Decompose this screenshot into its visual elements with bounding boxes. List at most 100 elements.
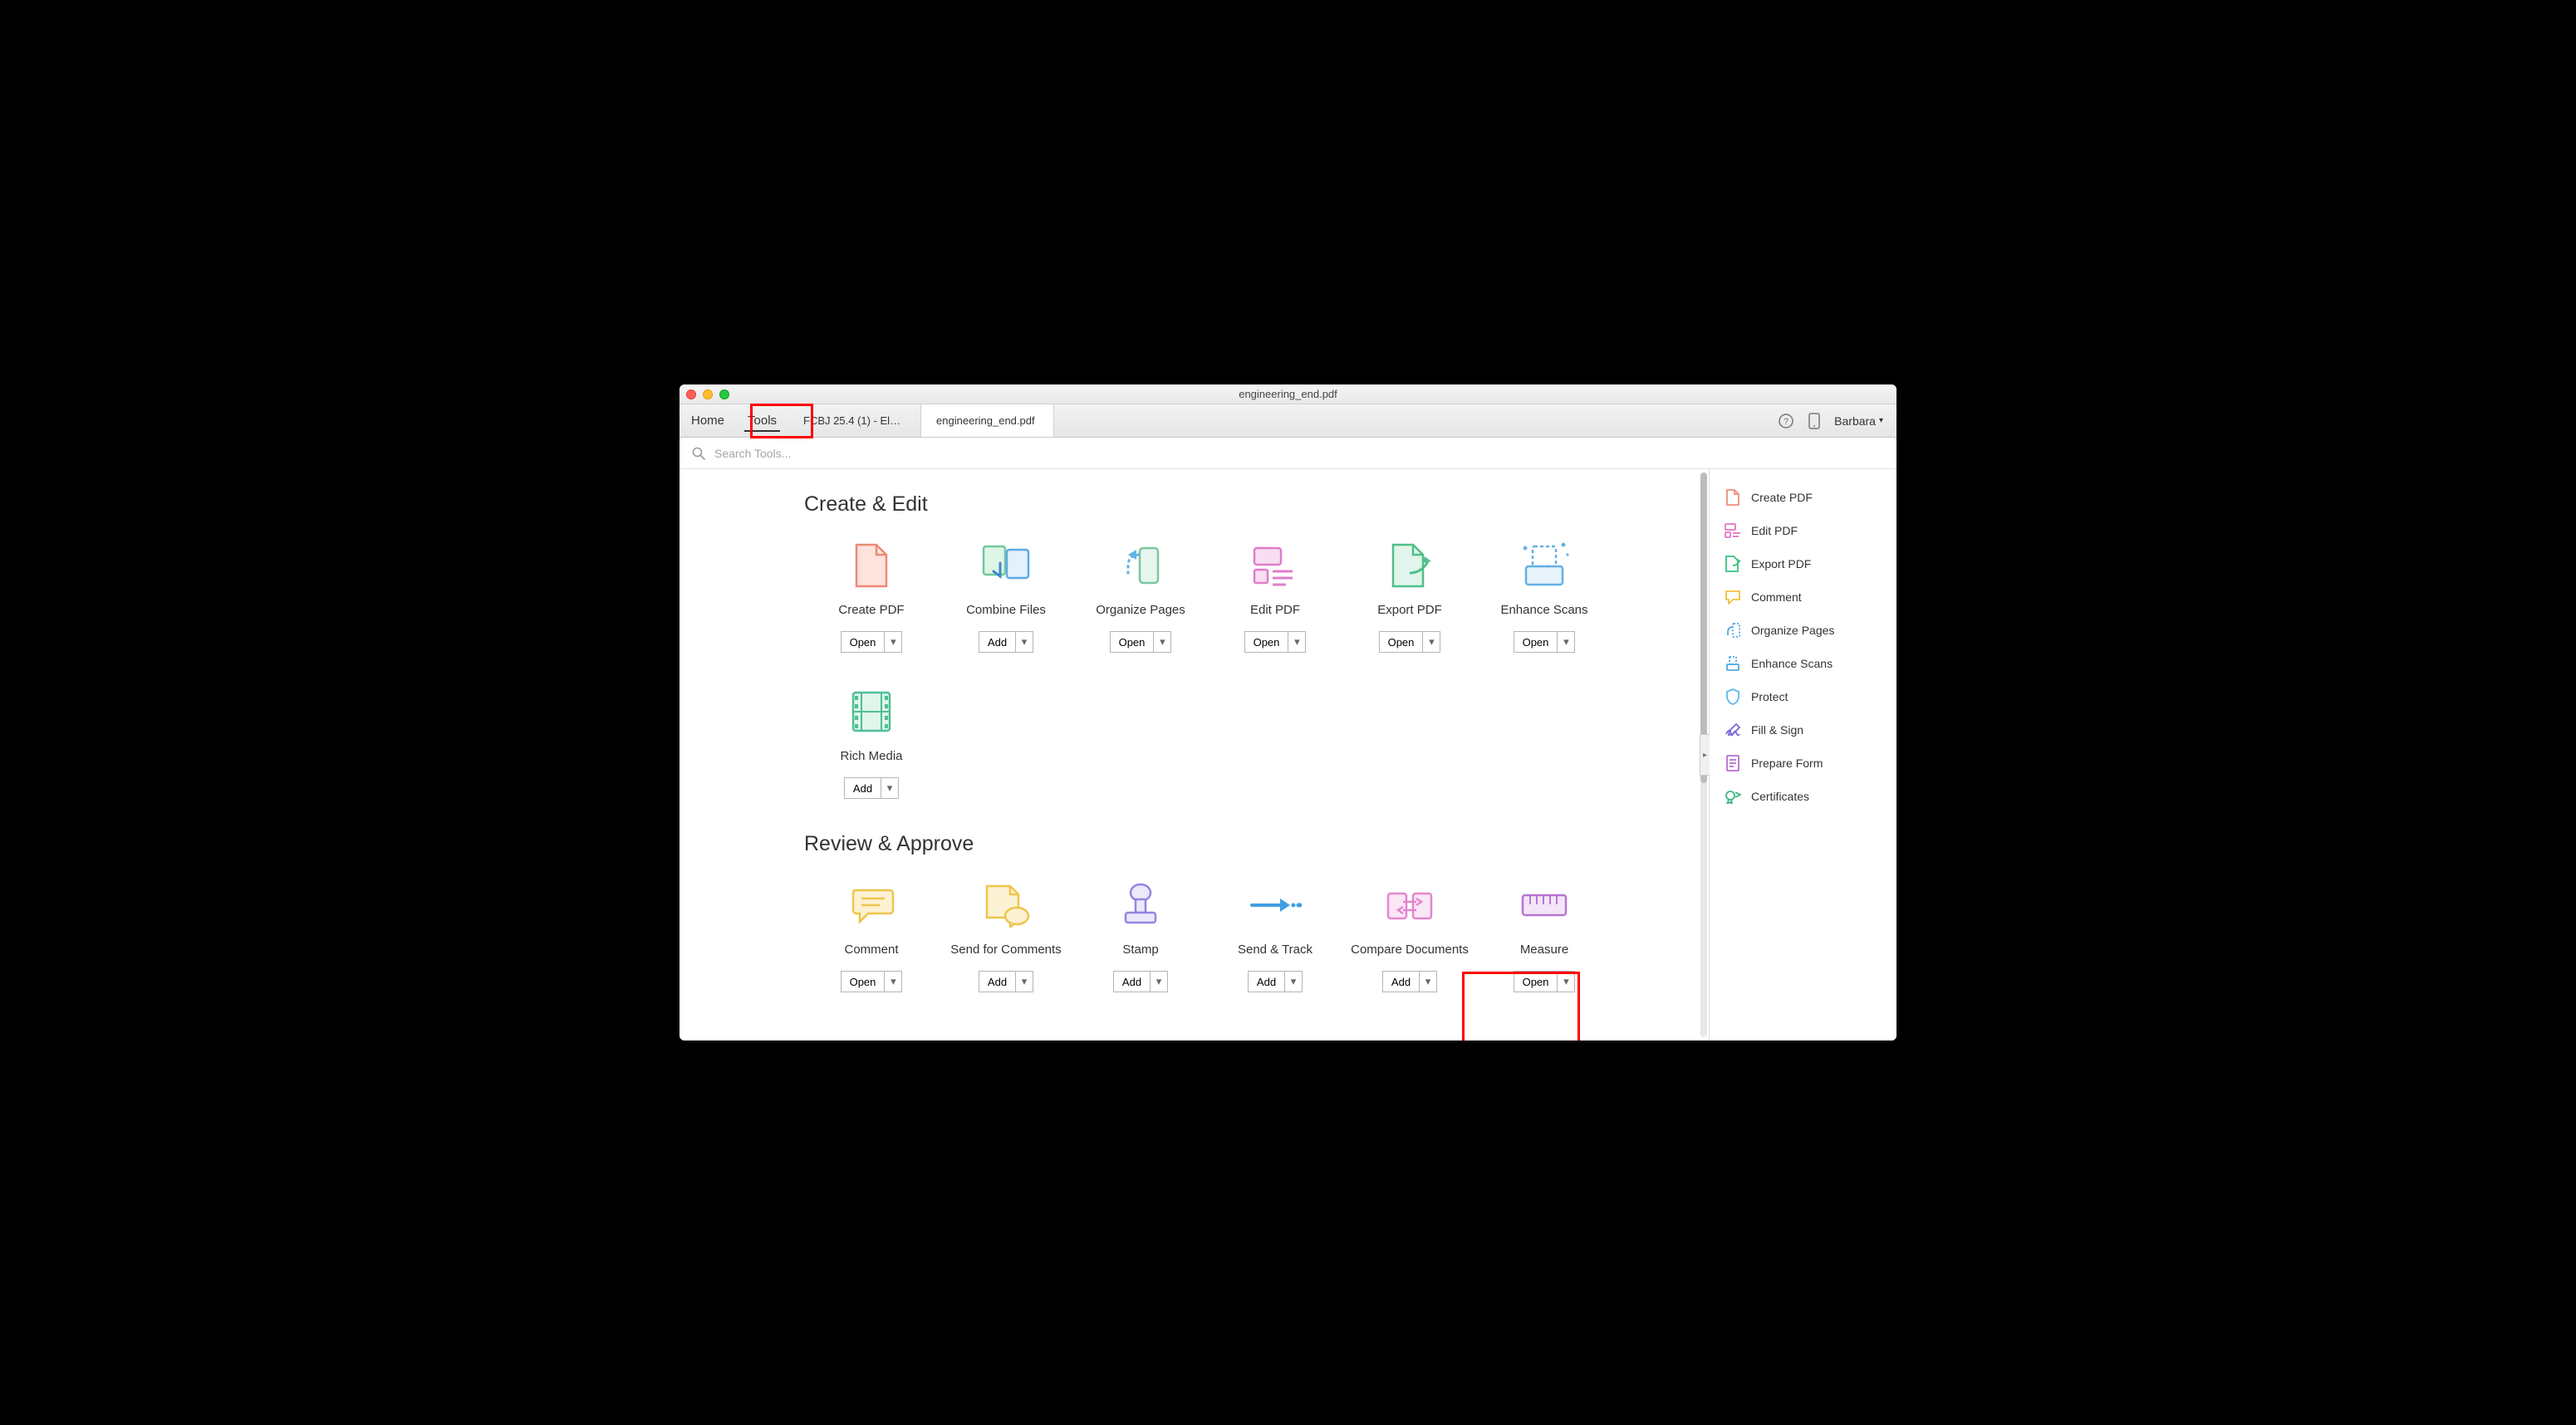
tool-label: Create PDF: [838, 603, 904, 618]
enhance-icon: [1516, 540, 1573, 591]
document-tab-1[interactable]: engineering_end.pdf: [921, 404, 1054, 437]
tool-action-label: Open: [841, 632, 886, 652]
tool-action-button[interactable]: Open ▾: [1110, 631, 1172, 653]
chevron-down-icon[interactable]: ▾: [1558, 632, 1574, 652]
tab-home[interactable]: Home: [680, 404, 736, 437]
tool-action-button[interactable]: Open ▾: [1379, 631, 1441, 653]
document-tab-0[interactable]: FCBJ 25.4 (1) - El…: [788, 404, 921, 437]
sidebar-item-label: Edit PDF: [1751, 524, 1798, 537]
tool-card-comment[interactable]: Comment Open ▾: [804, 879, 939, 992]
tool-label: Export PDF: [1377, 603, 1442, 618]
chevron-down-icon[interactable]: ▾: [881, 778, 898, 798]
tool-action-label: Open: [1111, 632, 1155, 652]
tool-action-button[interactable]: Add ▾: [1382, 971, 1437, 992]
sidebar-item-label: Protect: [1751, 690, 1788, 703]
tool-action-label: Open: [1380, 632, 1424, 652]
sidebar-item-organize[interactable]: Organize Pages: [1710, 614, 1896, 647]
cert-icon: [1725, 788, 1741, 805]
protect-icon: [1725, 688, 1741, 705]
tool-card-combine[interactable]: Combine Files Add ▾: [939, 540, 1073, 653]
sidebar-item-sign[interactable]: Fill & Sign: [1710, 713, 1896, 747]
tool-card-measure[interactable]: Measure Open ▾: [1477, 879, 1612, 992]
sidebar-item-comment[interactable]: Comment: [1710, 580, 1896, 614]
chevron-down-icon[interactable]: ▾: [1154, 632, 1170, 652]
tool-action-button[interactable]: Open ▾: [1244, 631, 1307, 653]
tool-action-button[interactable]: Add ▾: [1113, 971, 1168, 992]
form-icon: [1725, 755, 1741, 771]
tool-action-label: Open: [841, 972, 886, 992]
organize-icon: [1725, 622, 1741, 639]
tool-label: Measure: [1520, 943, 1568, 957]
tool-card-organize[interactable]: Organize Pages Open ▾: [1073, 540, 1208, 653]
sidebar-item-cert[interactable]: Certificates: [1710, 780, 1896, 813]
chevron-down-icon[interactable]: ▾: [1558, 972, 1574, 992]
organize-icon: [1112, 540, 1169, 591]
tool-label: Send for Comments: [950, 943, 1061, 957]
tool-label: Combine Files: [966, 603, 1046, 618]
tab-tools[interactable]: Tools: [736, 404, 788, 437]
tool-action-button[interactable]: Add ▾: [979, 971, 1033, 992]
titlebar: engineering_end.pdf: [680, 384, 1896, 404]
sidebar-item-protect[interactable]: Protect: [1710, 680, 1896, 713]
svg-text:?: ?: [1784, 417, 1788, 427]
user-menu[interactable]: Barbara ▾: [1834, 414, 1883, 428]
tool-action-label: Add: [1383, 972, 1420, 992]
tool-card-enhance[interactable]: Enhance Scans Open ▾: [1477, 540, 1612, 653]
tool-label: Enhance Scans: [1500, 603, 1587, 618]
chevron-down-icon[interactable]: ▾: [1288, 632, 1305, 652]
tool-card-send-comments[interactable]: Send for Comments Add ▾: [939, 879, 1073, 992]
side-panel: ▸ Create PDF Edit PDF Export PDF Comment…: [1709, 469, 1896, 1041]
chevron-down-icon[interactable]: ▾: [1420, 972, 1436, 992]
export-icon: [1725, 556, 1741, 572]
tool-card-edit-pdf[interactable]: Edit PDF Open ▾: [1208, 540, 1342, 653]
sidebar-item-enhance[interactable]: Enhance Scans: [1710, 647, 1896, 680]
tool-card-media[interactable]: Rich Media Add ▾: [804, 686, 939, 799]
tool-action-label: Open: [1245, 632, 1289, 652]
sidebar-item-form[interactable]: Prepare Form: [1710, 747, 1896, 780]
search-bar: [680, 438, 1896, 469]
tool-action-button[interactable]: Open ▾: [841, 971, 903, 992]
tool-card-export[interactable]: Export PDF Open ▾: [1342, 540, 1477, 653]
create-pdf-icon: [843, 540, 900, 591]
tools-panel: Create & Edit Create PDF Open ▾ Combine …: [680, 469, 1709, 1041]
sidebar-item-label: Enhance Scans: [1751, 657, 1833, 670]
tool-card-send-track[interactable]: Send & Track Add ▾: [1208, 879, 1342, 992]
combine-icon: [978, 540, 1034, 591]
mobile-icon[interactable]: [1806, 413, 1823, 429]
send-track-icon: [1247, 879, 1303, 931]
section-title: Create & Edit: [804, 492, 1709, 517]
search-icon: [691, 446, 706, 461]
sidebar-item-create-pdf[interactable]: Create PDF: [1710, 481, 1896, 514]
tool-label: Send & Track: [1238, 943, 1313, 957]
tool-action-button[interactable]: Open ▾: [841, 631, 903, 653]
sidebar-item-label: Prepare Form: [1751, 757, 1823, 770]
tool-card-stamp[interactable]: Stamp Add ▾: [1073, 879, 1208, 992]
tool-action-button[interactable]: Add ▾: [1248, 971, 1303, 992]
window-title: engineering_end.pdf: [680, 388, 1896, 400]
collapse-panel-button[interactable]: ▸: [1700, 734, 1710, 776]
chevron-down-icon[interactable]: ▾: [885, 972, 901, 992]
tool-action-button[interactable]: Add ▾: [979, 631, 1033, 653]
sign-icon: [1725, 722, 1741, 738]
tool-action-label: Add: [979, 972, 1016, 992]
tool-label: Comment: [844, 943, 898, 957]
search-input[interactable]: [714, 447, 1885, 460]
chevron-down-icon[interactable]: ▾: [1016, 972, 1033, 992]
help-icon[interactable]: ?: [1778, 413, 1794, 429]
tool-action-button[interactable]: Open ▾: [1514, 971, 1576, 992]
tool-action-label: Add: [979, 632, 1016, 652]
chevron-down-icon[interactable]: ▾: [1151, 972, 1167, 992]
tool-card-create-pdf[interactable]: Create PDF Open ▾: [804, 540, 939, 653]
app-window: engineering_end.pdf Home Tools FCBJ 25.4…: [680, 384, 1896, 1041]
chevron-down-icon[interactable]: ▾: [1423, 632, 1440, 652]
sidebar-item-edit-pdf[interactable]: Edit PDF: [1710, 514, 1896, 547]
chevron-down-icon[interactable]: ▾: [1016, 632, 1033, 652]
export-icon: [1381, 540, 1438, 591]
tool-card-compare[interactable]: Compare Documents Add ▾: [1342, 879, 1477, 992]
tool-label: Rich Media: [840, 749, 902, 764]
chevron-down-icon[interactable]: ▾: [885, 632, 901, 652]
tool-action-button[interactable]: Open ▾: [1514, 631, 1576, 653]
chevron-down-icon[interactable]: ▾: [1285, 972, 1302, 992]
sidebar-item-export[interactable]: Export PDF: [1710, 547, 1896, 580]
tool-action-button[interactable]: Add ▾: [844, 777, 899, 799]
